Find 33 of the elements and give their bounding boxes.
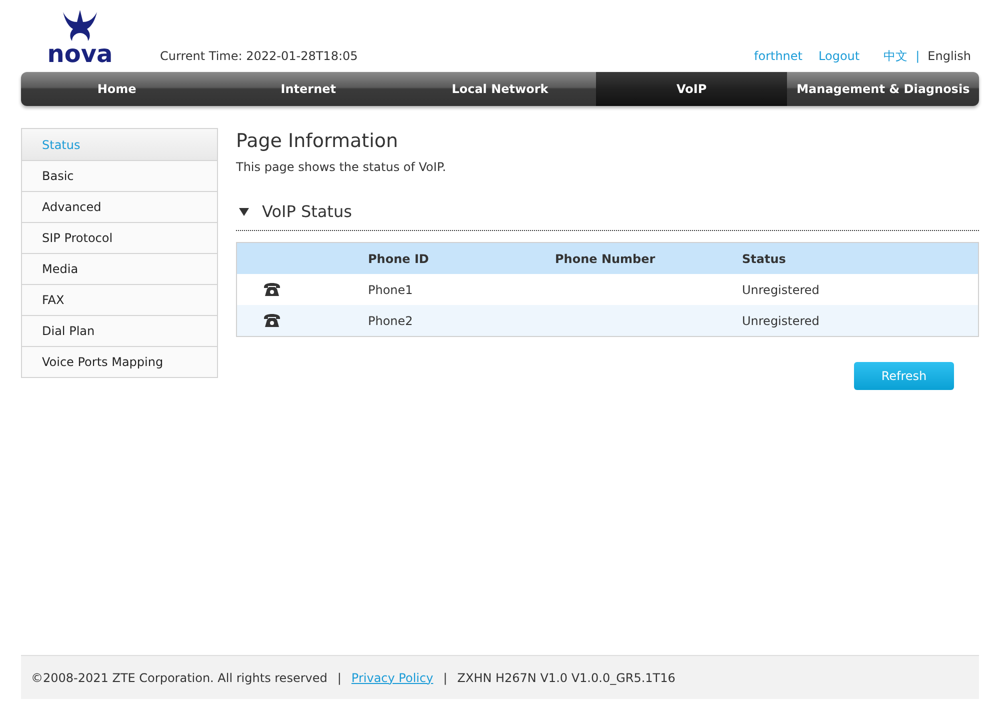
- separator: |: [337, 670, 342, 686]
- page-title: Page Information: [236, 129, 400, 154]
- nav-tab[interactable]: Local Network: [404, 72, 596, 106]
- sidebar-item[interactable]: Dial Plan: [22, 315, 217, 346]
- version-text: ZXHN H267N V1.0 V1.0.0_GR5.1T16: [457, 670, 676, 686]
- table-cell: Phone1: [368, 282, 413, 296]
- table-cell: Unregistered: [742, 314, 820, 328]
- nav-tab[interactable]: Home: [21, 72, 213, 106]
- sidebar-item[interactable]: Basic: [22, 160, 217, 191]
- page-description: This page shows the status of VoIP.: [236, 159, 448, 176]
- table-cell: Unregistered: [742, 282, 820, 296]
- separator: |: [443, 670, 448, 686]
- triangle-icon[interactable]: [238, 207, 250, 217]
- current-time: Current Time: 2022-01-28T18:05: [160, 48, 358, 65]
- section-title: VoIP Status: [262, 201, 352, 223]
- table-cell: Phone2: [368, 314, 413, 328]
- separator: |: [916, 48, 920, 65]
- telephone-icon: [263, 314, 281, 328]
- column-header: Status: [742, 250, 787, 268]
- logo-text: nova: [47, 42, 113, 66]
- sidebar-item[interactable]: Media: [22, 253, 217, 284]
- sidebar-item[interactable]: SIP Protocol: [22, 222, 217, 253]
- nav-tab[interactable]: Internet: [212, 72, 404, 106]
- column-header: Phone ID: [368, 250, 430, 268]
- nav-tab[interactable]: Management & Diagnosis: [787, 72, 979, 106]
- sidebar-item[interactable]: Voice Ports Mapping: [22, 346, 217, 377]
- sidebar-item[interactable]: Advanced: [22, 191, 217, 222]
- telephone-icon: [263, 282, 281, 296]
- sidebar-item[interactable]: FAX: [22, 284, 217, 315]
- nav-tab[interactable]: VoIP: [596, 72, 788, 106]
- language-link[interactable]: English: [928, 47, 971, 65]
- copyright-text: ©2008-2021 ZTE Corporation. All rights reserved: [31, 670, 328, 686]
- column-header: Phone Number: [555, 250, 656, 268]
